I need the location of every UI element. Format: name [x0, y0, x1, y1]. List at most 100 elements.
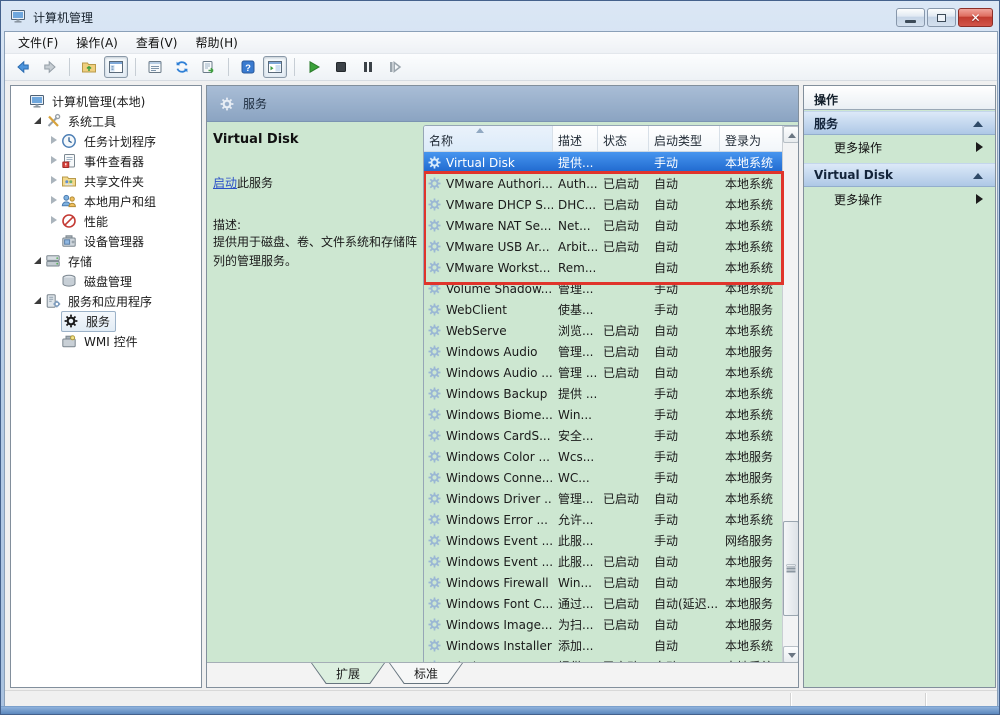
tree-item-事件查看器[interactable]: 事件查看器 [11, 151, 201, 171]
start-service-link[interactable]: 启动 [213, 176, 237, 190]
expand-glyph[interactable] [49, 156, 59, 166]
collapse-glyph[interactable] [33, 296, 43, 306]
service-name: Windows Conne... [446, 471, 553, 485]
tree-item-计算机管理(本地)[interactable]: 计算机管理(本地) [11, 91, 201, 111]
tree-item-设备管理器[interactable]: 设备管理器 [11, 231, 201, 251]
scroll-down-button[interactable] [783, 646, 799, 663]
column-header-启动类型[interactable]: 启动类型 [649, 126, 720, 151]
service-row-Windows Driver ...[interactable]: Windows Driver ...管理...已启动自动本地系统 [424, 488, 783, 509]
menu-item-0[interactable]: 文件(F) [9, 31, 67, 54]
tree-item-性能[interactable]: 性能 [11, 211, 201, 231]
tree-item-共享文件夹[interactable]: 共享文件夹 [11, 171, 201, 191]
window-tree-icon [108, 59, 124, 75]
service-name-cell: Windows Installer [424, 638, 553, 653]
tab-标准[interactable]: 标准 [389, 663, 463, 684]
service-row-Windows Event ...[interactable]: Windows Event ...此服...手动网络服务 [424, 530, 783, 551]
service-row-Windows Image...[interactable]: Windows Image...为扫...已启动自动本地服务 [424, 614, 783, 635]
service-row-Volume Shadow...[interactable]: Volume Shadow...管理...手动本地系统 [424, 278, 783, 299]
service-row-VMware Workst...[interactable]: VMware Workst...Rem...自动本地系统 [424, 257, 783, 278]
menu-item-1[interactable]: 操作(A) [67, 31, 127, 54]
service-row-VMware NAT Se...[interactable]: VMware NAT Se...Net...已启动自动本地系统 [424, 215, 783, 236]
gear-icon [427, 281, 442, 296]
client-area: 文件(F)操作(A)查看(V)帮助(H) 计算机管理(本地)系统工具任务计划程序… [4, 31, 998, 707]
expand-glyph[interactable] [49, 216, 59, 226]
title-bar[interactable]: 计算机管理 ✕ [1, 1, 999, 31]
service-row-Windows Biome...[interactable]: Windows Biome...Win...手动本地系统 [424, 404, 783, 425]
arrow-right-icon [42, 59, 58, 75]
refresh-button[interactable] [170, 56, 194, 78]
actions-section-Virtual Disk[interactable]: Virtual Disk [804, 163, 995, 187]
tree-item-磁盘管理[interactable]: 磁盘管理 [11, 271, 201, 291]
column-header-名称[interactable]: 名称 [424, 126, 553, 151]
tree-item-系统工具[interactable]: 系统工具 [11, 111, 201, 131]
tree-item-服务[interactable]: 服务 [11, 311, 201, 331]
service-row-Windows Firewall[interactable]: Windows FirewallWin...已启动自动本地服务 [424, 572, 783, 593]
service-row-Windows Audio ...[interactable]: Windows Audio ...管理 ...已启动自动本地系统 [424, 362, 783, 383]
toggle-action-pane-button[interactable] [263, 56, 287, 78]
service-row-Windows Event ...[interactable]: Windows Event ...此服...已启动自动本地服务 [424, 551, 783, 572]
toggle-console-tree-button[interactable] [104, 56, 128, 78]
service-row-Windows Backup[interactable]: Windows Backup提供 ...手动本地系统 [424, 383, 783, 404]
export-list-button[interactable] [197, 56, 221, 78]
tree-item-服务和应用程序[interactable]: 服务和应用程序 [11, 291, 201, 311]
minimize-button[interactable] [896, 8, 925, 27]
collapse-section-icon[interactable] [973, 173, 983, 179]
service-row-Windows Font C...[interactable]: Windows Font C...通过...已启动自动(延迟...本地服务 [424, 593, 783, 614]
service-logon-as-cell: 本地系统 [720, 217, 783, 234]
close-button[interactable]: ✕ [958, 8, 993, 27]
restore-button[interactable] [927, 8, 956, 27]
actions-section-服务[interactable]: 服务 [804, 111, 995, 135]
view-tab-strip: 扩展标准 [207, 662, 798, 687]
stop-service-button[interactable] [329, 56, 353, 78]
tab-扩展[interactable]: 扩展 [311, 663, 385, 684]
tree-item-任务计划程序[interactable]: 任务计划程序 [11, 131, 201, 151]
column-header-label: 登录为 [725, 134, 761, 148]
menu-item-2[interactable]: 查看(V) [127, 31, 187, 54]
service-row-WebServe[interactable]: WebServe浏览...已启动自动本地系统 [424, 320, 783, 341]
properties-button[interactable] [143, 56, 167, 78]
service-name-cell: VMware Authori... [424, 176, 553, 191]
up-one-level-button[interactable] [77, 56, 101, 78]
expand-glyph[interactable] [49, 176, 59, 186]
service-startup-type-cell: 手动 [649, 532, 720, 549]
tree-item-label: 性能 [81, 212, 111, 231]
scroll-up-button[interactable] [783, 126, 799, 143]
service-row-Windows Color ...[interactable]: Windows Color ...Wcs...手动本地服务 [424, 446, 783, 467]
service-row-Windows Installer[interactable]: Windows Installer添加...自动本地系统 [424, 635, 783, 656]
scrollbar-thumb[interactable] [783, 521, 799, 616]
service-row-Virtual Disk[interactable]: Virtual Disk提供...手动本地系统 [424, 152, 783, 173]
service-row-WebClient[interactable]: WebClient使基...手动本地服务 [424, 299, 783, 320]
no-glyph [49, 236, 59, 246]
service-row-VMware DHCP S...[interactable]: VMware DHCP S...DHC...已启动自动本地系统 [424, 194, 783, 215]
tree-item-label: 系统工具 [65, 112, 119, 131]
service-row-VMware Authori...[interactable]: VMware Authori...Auth...已启动自动本地系统 [424, 173, 783, 194]
tree-item-本地用户和组[interactable]: 本地用户和组 [11, 191, 201, 211]
action-item-更多操作[interactable]: 更多操作 [804, 135, 995, 159]
forward-button[interactable] [38, 56, 62, 78]
column-header-状态[interactable]: 状态 [598, 126, 649, 151]
pause-service-button[interactable] [356, 56, 380, 78]
start-service-button[interactable] [302, 56, 326, 78]
collapse-glyph[interactable] [33, 116, 43, 126]
menu-item-3[interactable]: 帮助(H) [186, 31, 246, 54]
action-item-更多操作[interactable]: 更多操作 [804, 187, 995, 211]
service-row-Windows Conne...[interactable]: Windows Conne...WC...手动本地服务 [424, 467, 783, 488]
expand-glyph[interactable] [49, 136, 59, 146]
restart-service-button[interactable] [383, 56, 407, 78]
column-header-描述[interactable]: 描述 [553, 126, 598, 151]
help-button[interactable] [236, 56, 260, 78]
vertical-scrollbar[interactable] [782, 126, 799, 663]
expand-glyph[interactable] [49, 196, 59, 206]
service-row-Windows CardS...[interactable]: Windows CardS...安全...手动本地系统 [424, 425, 783, 446]
service-row-VMware USB Ar...[interactable]: VMware USB Ar...Arbit...已启动自动本地系统 [424, 236, 783, 257]
service-row-Windows Error ...[interactable]: Windows Error ...允许...手动本地系统 [424, 509, 783, 530]
collapse-glyph[interactable] [33, 256, 43, 266]
service-name-cell: Windows Firewall [424, 575, 553, 590]
tree-item-存储[interactable]: 存储 [11, 251, 201, 271]
column-header-登录为[interactable]: 登录为 [720, 126, 783, 151]
back-button[interactable] [11, 56, 35, 78]
collapse-section-icon[interactable] [973, 121, 983, 127]
service-name-cell: Windows Event ... [424, 554, 553, 569]
service-row-Windows Audio[interactable]: Windows Audio管理...已启动自动本地服务 [424, 341, 783, 362]
tree-item-WMI 控件[interactable]: WMI 控件 [11, 331, 201, 351]
